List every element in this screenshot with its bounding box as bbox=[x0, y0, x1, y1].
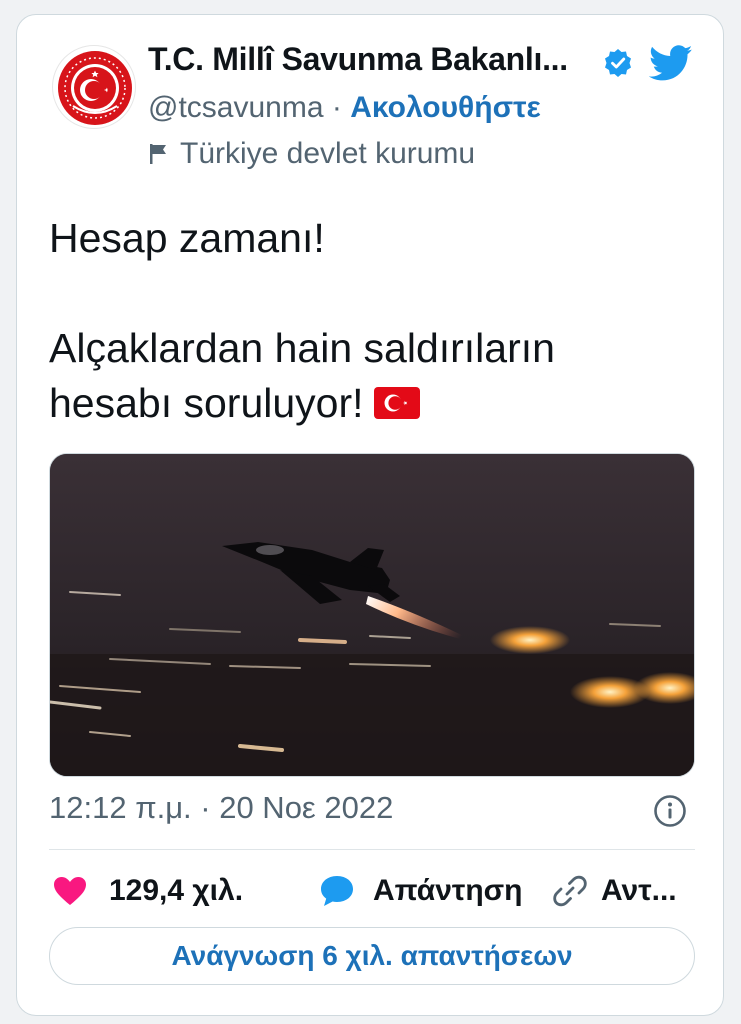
author-handle[interactable]: @tcsavunma bbox=[148, 91, 324, 124]
account-label-text: Türkiye devlet kurumu bbox=[180, 137, 476, 170]
author-display-name[interactable]: T.C. Millî Savunma Bakanlı... bbox=[148, 41, 568, 78]
fighter-jet-night-photo bbox=[50, 454, 694, 776]
tweet-media-image[interactable] bbox=[49, 453, 695, 777]
flag-label-icon bbox=[150, 144, 166, 164]
tweet-line-1: Hesap zamanı! bbox=[49, 215, 325, 261]
speech-bubble-icon bbox=[321, 876, 353, 906]
copy-link-button[interactable]: Αντ... bbox=[553, 863, 677, 919]
tweet-text: Hesap zamanı! Alçaklardan hain saldırıla… bbox=[49, 211, 699, 431]
tweet-line-3: hesabı soruluyor! bbox=[49, 376, 699, 431]
like-button[interactable]: 129,4 χιλ. bbox=[53, 863, 243, 919]
handle-separator: · bbox=[331, 91, 342, 124]
like-count: 129,4 χιλ. bbox=[109, 874, 244, 907]
link-icon bbox=[553, 875, 587, 907]
tweet-line-3-text: hesabı soruluyor! bbox=[49, 380, 364, 426]
tweet-timestamp[interactable]: 12:12 π.μ. · 20 Νοε 2022 bbox=[49, 790, 393, 826]
avatar[interactable] bbox=[52, 45, 136, 129]
read-replies-button[interactable]: Ανάγνωση 6 χιλ. απαντήσεων bbox=[49, 927, 695, 985]
info-icon[interactable] bbox=[653, 794, 687, 828]
twitter-bird-icon[interactable] bbox=[649, 41, 693, 85]
reply-label: Απάντηση bbox=[373, 874, 523, 907]
tweet-line-2: Alçaklardan hain saldırıların bbox=[49, 325, 555, 371]
reply-button[interactable]: Απάντηση bbox=[319, 863, 523, 919]
verified-badge-icon bbox=[605, 49, 631, 77]
turkish-flag-icon bbox=[373, 387, 420, 419]
account-label: Türkiye devlet kurumu bbox=[148, 137, 475, 171]
tweet-actions: 129,4 χιλ. Απάντηση Αντ... bbox=[49, 863, 699, 919]
heart-icon bbox=[54, 877, 86, 905]
follow-button[interactable]: Ακολουθήστε bbox=[350, 91, 541, 124]
author-handle-row: @tcsavunma · Ακολουθήστε bbox=[148, 91, 541, 125]
divider bbox=[49, 849, 695, 850]
ministry-emblem-icon bbox=[58, 51, 132, 125]
tweet-card: T.C. Millî Savunma Bakanlı... @tcsavunma… bbox=[16, 14, 724, 1016]
share-label: Αντ... bbox=[601, 874, 677, 907]
